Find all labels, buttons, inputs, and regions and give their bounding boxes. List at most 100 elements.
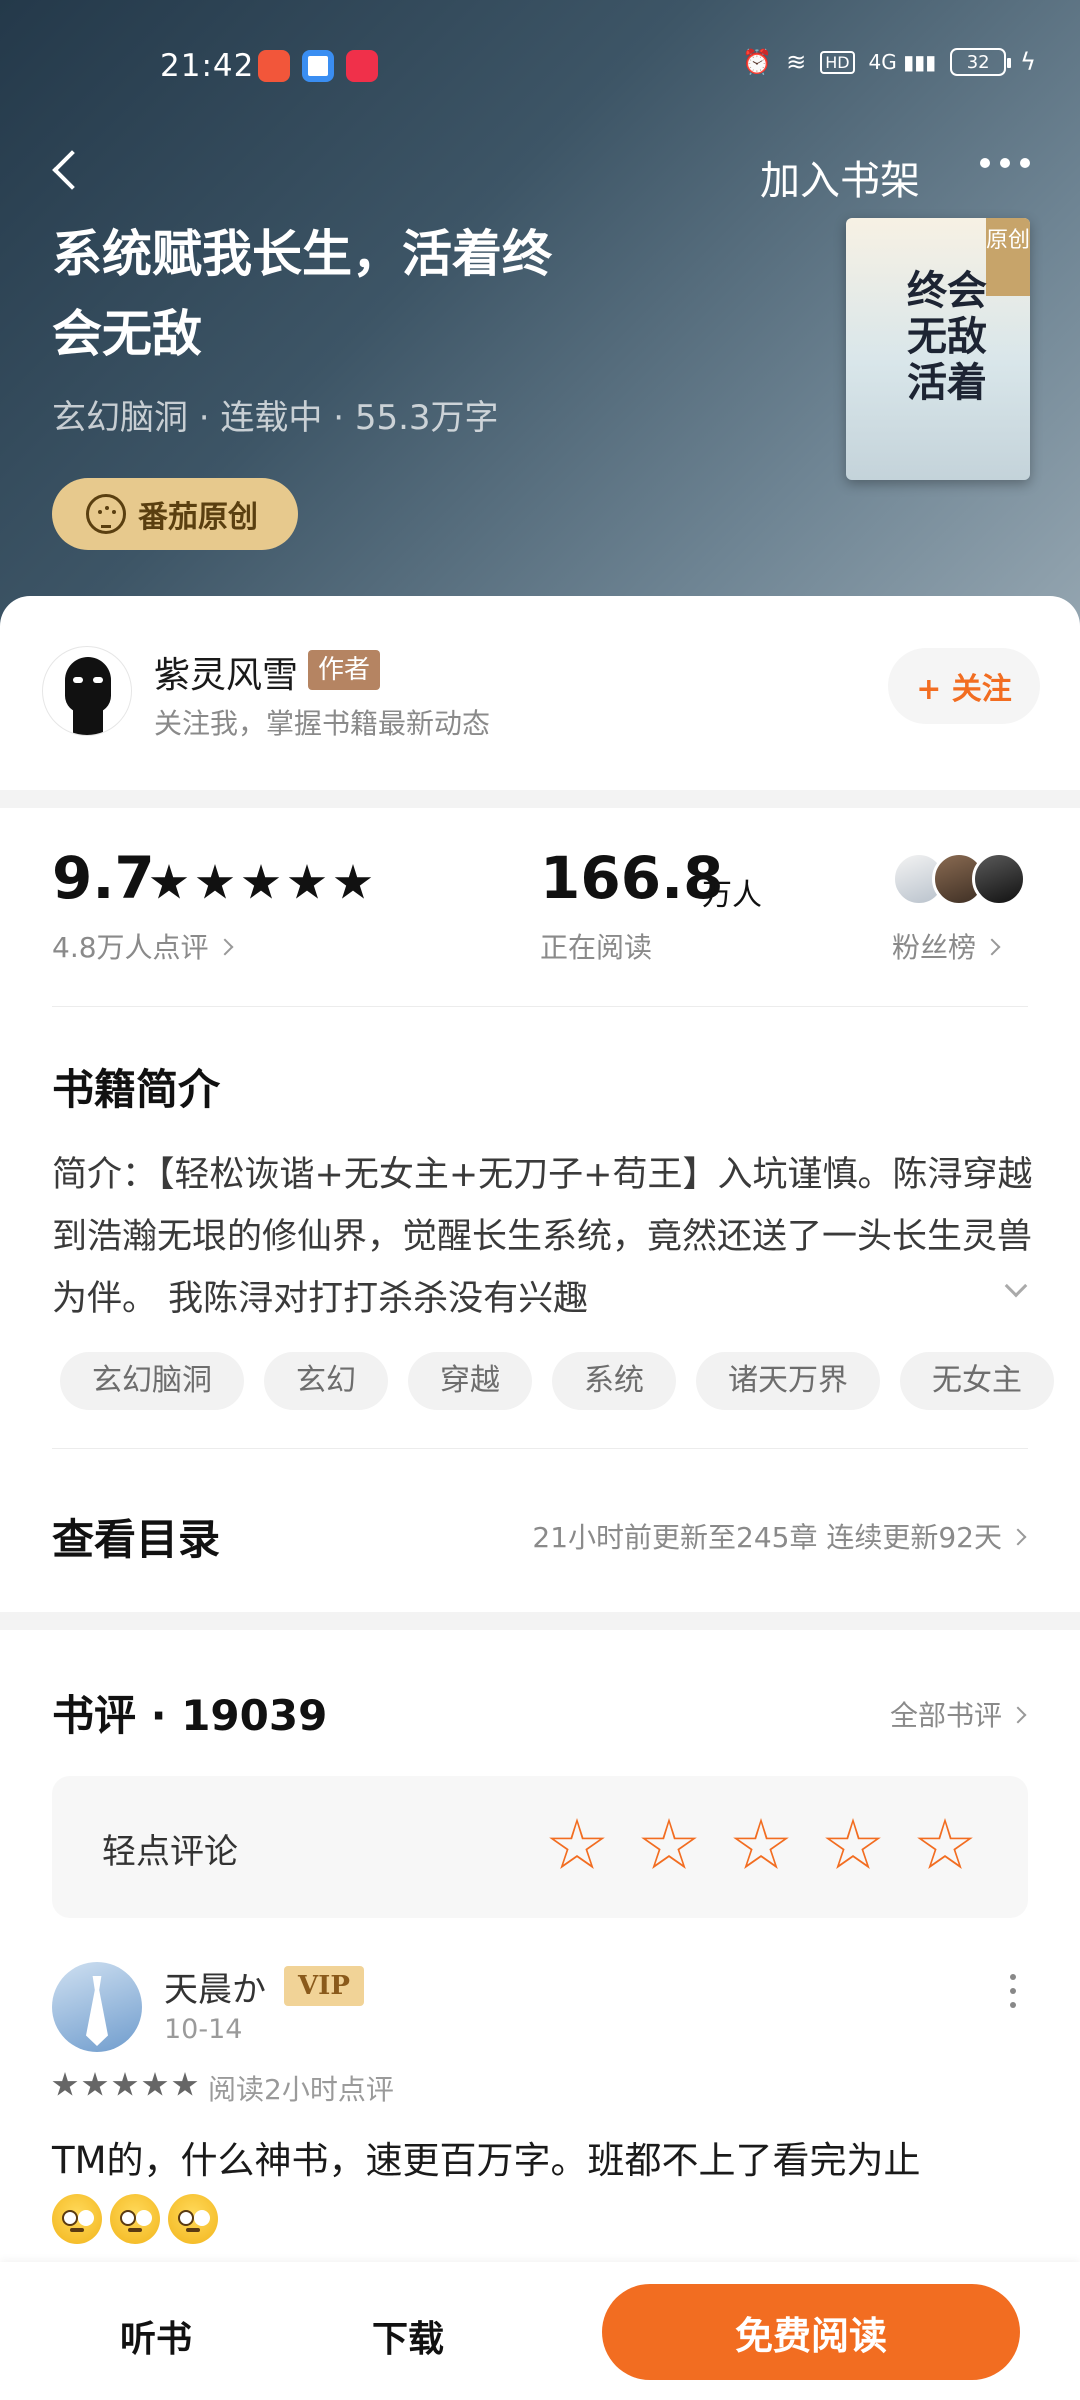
hd-icon: HD (820, 50, 855, 74)
tag-chip[interactable]: 玄幻 (264, 1352, 388, 1410)
rate-prompt-box[interactable]: 轻点评论 (52, 1776, 1028, 1918)
intro-title: 书籍简介 (52, 1065, 221, 1114)
back-button[interactable] (44, 140, 92, 200)
rate-stars[interactable] (548, 1818, 974, 1874)
pleading-face-icon (52, 2194, 102, 2244)
vip-badge: VIP (284, 1966, 364, 2006)
section-separator (0, 790, 1080, 808)
catalog-link[interactable]: 21小时前更新至245章 连续更新92天 (532, 1516, 1027, 1556)
pleading-face-icon (110, 2194, 160, 2244)
star-icon (82, 2072, 108, 2096)
chevron-right-icon (216, 938, 234, 956)
status-time: 21:42 (160, 48, 255, 84)
cover-title: 终会无敌活着 (907, 267, 987, 406)
star-outline-icon[interactable] (917, 1818, 973, 1869)
divider (52, 1006, 1028, 1007)
book-detail-card: 紫灵风雪 作者 关注我，掌握书籍最新动态 + 关注 9.7 4.8万人点评 16… (0, 596, 1080, 2400)
author-row[interactable]: 紫灵风雪 作者 关注我，掌握书籍最新动态 + 关注 (0, 646, 1080, 756)
wifi-icon: ≋ (786, 48, 807, 76)
tomato-icon (86, 494, 126, 534)
rating-stars (150, 864, 372, 902)
star-icon (172, 2072, 198, 2096)
review-count-link[interactable]: 4.8万人点评 (52, 926, 234, 966)
review-date: 10-14 (164, 2014, 243, 2045)
app-notification-icon (258, 50, 290, 82)
catalog-title[interactable]: 查看目录 (52, 1506, 220, 1567)
tag-chip[interactable]: 诸天万界 (696, 1352, 880, 1410)
video-notification-icon (346, 50, 378, 82)
star-icon (196, 864, 234, 899)
catalog-update-info: 21小时前更新至245章 连续更新92天 (532, 1521, 1002, 1554)
reviews-title: 书评 · 19039 (52, 1691, 328, 1740)
star-outline-icon[interactable] (825, 1818, 881, 1869)
star-icon (334, 864, 372, 899)
readers-count: 166.8 (540, 844, 724, 912)
star-icon (288, 864, 326, 899)
star-icon (142, 2072, 168, 2096)
star-outline-icon[interactable] (549, 1818, 605, 1869)
star-icon (150, 864, 188, 899)
review-emojis (52, 2194, 218, 2244)
star-outline-icon[interactable] (733, 1818, 789, 1869)
original-badge[interactable]: 番茄原创 (52, 478, 298, 550)
status-bar: 21:42 ⏰ ≋ HD 4G ▮▮▮ 32 ϟ (0, 40, 1080, 96)
star-icon (52, 2072, 78, 2096)
rating-score: 9.7 (52, 844, 155, 912)
browser-notification-icon (302, 50, 334, 82)
book-stats: 9.7 4.8万人点评 166.8 万人 正在阅读 粉丝榜 (0, 844, 1080, 1004)
author-name[interactable]: 紫灵风雪 (154, 646, 298, 698)
tag-chip[interactable]: 玄幻脑洞 (60, 1352, 244, 1410)
star-icon (112, 2072, 138, 2096)
pleading-face-icon (168, 2194, 218, 2244)
book-header: 21:42 ⏰ ≋ HD 4G ▮▮▮ 32 ϟ 加入书架 系统赋我长生，活着终… (0, 0, 1080, 640)
book-title: 系统赋我长生，活着终会无敌 (52, 225, 552, 363)
chevron-right-icon (1009, 1706, 1027, 1724)
book-cover[interactable]: 原创 终会无敌活着 (846, 218, 1030, 480)
tag-chip[interactable]: 无女主 (900, 1352, 1054, 1410)
add-to-shelf-button[interactable]: 加入书架 (760, 148, 920, 206)
status-icons: ⏰ ≋ HD 4G ▮▮▮ 32 ϟ (742, 48, 1036, 76)
review-text: TM的，什么神书，速更百万字。班都不上了看完为止 (52, 2139, 921, 2182)
star-icon (242, 864, 280, 899)
fan-avatar (972, 852, 1026, 906)
book-meta: 玄幻脑洞 · 连载中 · 55.3万字 (52, 398, 499, 438)
review-more-icon[interactable] (1010, 1974, 1016, 2016)
author-tag: 作者 (308, 650, 381, 690)
original-badge-label: 番茄原创 (138, 500, 258, 535)
all-reviews-link[interactable]: 全部书评 (889, 1694, 1027, 1734)
bottom-action-bar: 听书 下载 免费阅读 (0, 2262, 1080, 2400)
chevron-right-icon (983, 938, 1001, 956)
follow-button[interactable]: + 关注 (888, 648, 1040, 724)
reviewer-name[interactable]: 天晨か (164, 1962, 266, 2011)
fans-rank-link[interactable]: 粉丝榜 (892, 926, 1001, 966)
fans-rank-label: 粉丝榜 (892, 931, 977, 964)
reviewer-avatar[interactable] (52, 1962, 142, 2052)
author-subtitle: 关注我，掌握书籍最新动态 (154, 707, 491, 740)
signal-icon: 4G ▮▮▮ (868, 50, 937, 74)
fans-avatars[interactable] (892, 852, 1032, 906)
chevron-right-icon (1009, 1528, 1027, 1546)
more-options-icon[interactable] (980, 158, 1030, 168)
review-stars (52, 2072, 198, 2098)
star-outline-icon[interactable] (641, 1818, 697, 1869)
download-button[interactable]: 下载 (372, 2310, 444, 2362)
free-read-button[interactable]: 免费阅读 (602, 2284, 1020, 2380)
readers-label: 正在阅读 (540, 931, 653, 964)
section-separator (0, 1612, 1080, 1630)
intro-text[interactable]: 简介：【轻松诙谐+无女主+无刀子+苟王】入坑谨慎。陈浔穿越到浩瀚无垠的修仙界，觉… (52, 1144, 1042, 1330)
review-meta: 阅读2小时点评 (208, 2073, 394, 2106)
all-reviews-label: 全部书评 (889, 1699, 1002, 1732)
tag-chip[interactable]: 系统 (552, 1352, 676, 1410)
listen-button[interactable]: 听书 (120, 2310, 192, 2362)
divider (52, 1448, 1028, 1449)
review-count: 4.8万人点评 (52, 931, 209, 964)
author-avatar[interactable] (42, 646, 132, 736)
charging-icon: ϟ (1020, 48, 1036, 76)
rate-prompt-label: 轻点评论 (102, 1832, 238, 1872)
network-label: 4G (868, 50, 897, 74)
tag-chip[interactable]: 穿越 (408, 1352, 532, 1410)
tag-list: 玄幻脑洞 玄幻 穿越 系统 诸天万界 无女主 (60, 1352, 1080, 1412)
readers-unit: 万人 (702, 878, 762, 913)
cover-original-tag: 原创 (986, 218, 1030, 296)
alarm-icon: ⏰ (742, 48, 773, 76)
